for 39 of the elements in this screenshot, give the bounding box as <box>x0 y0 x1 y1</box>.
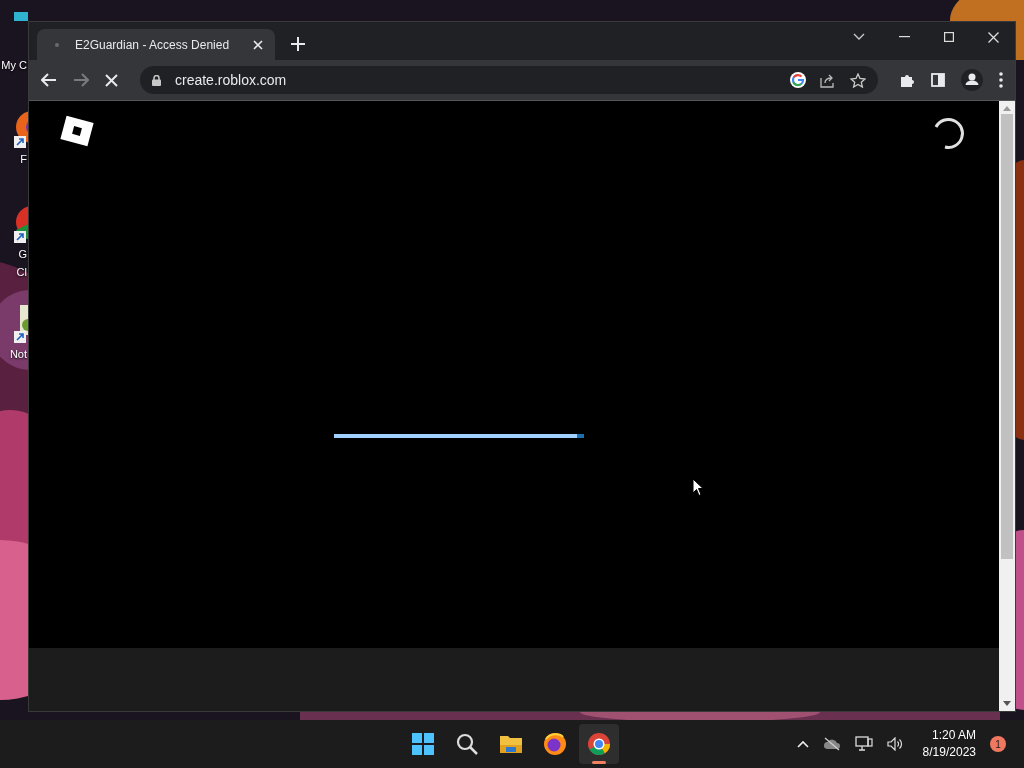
maximize-icon[interactable] <box>944 32 954 42</box>
scrollbar[interactable] <box>999 101 1015 711</box>
browser-tab[interactable]: E2Guardian - Access Denied <box>37 29 275 60</box>
mouse-cursor-icon <box>692 478 704 497</box>
close-icon[interactable] <box>253 39 263 50</box>
notification-badge[interactable]: 1 <box>990 736 1006 752</box>
new-tab-icon[interactable] <box>291 37 305 51</box>
active-indicator <box>592 761 606 764</box>
search-icon <box>454 731 480 757</box>
scroll-down-icon[interactable] <box>1003 701 1011 706</box>
firefox-icon <box>542 731 568 757</box>
menu-icon[interactable] <box>999 72 1003 88</box>
favicon-icon <box>53 40 61 49</box>
network-icon[interactable] <box>854 736 873 752</box>
volume-icon[interactable] <box>886 737 903 751</box>
profile-icon[interactable] <box>961 69 983 91</box>
clock-date[interactable]: 8/19/2023 <box>922 744 976 761</box>
windows-logo-icon <box>410 731 436 757</box>
lock-icon <box>152 74 161 86</box>
address-bar[interactable]: create.roblox.com <box>140 66 878 94</box>
share-icon[interactable] <box>820 72 836 88</box>
star-icon[interactable] <box>850 72 866 88</box>
minimize-icon[interactable] <box>899 36 910 38</box>
stop-icon[interactable] <box>105 73 118 87</box>
cloud-off-icon[interactable] <box>822 737 841 751</box>
chevron-down-icon[interactable] <box>853 33 865 41</box>
side-panel-icon[interactable] <box>931 73 945 87</box>
close-icon[interactable] <box>988 31 999 43</box>
google-icon[interactable] <box>790 72 806 88</box>
logo-icon <box>59 113 95 149</box>
tab-title: E2Guardian - Access Denied <box>75 37 231 52</box>
clock-time[interactable]: 1:20 AM <box>931 727 976 744</box>
back-arrow-icon[interactable] <box>41 73 57 87</box>
puzzle-piece-icon[interactable] <box>900 72 915 88</box>
chevron-up-icon[interactable] <box>796 740 809 748</box>
chrome-icon <box>586 731 612 757</box>
scrollbar-thumb[interactable] <box>1001 114 1013 559</box>
taskbar-button[interactable] <box>579 724 619 764</box>
forward-arrow-icon[interactable] <box>73 73 89 87</box>
